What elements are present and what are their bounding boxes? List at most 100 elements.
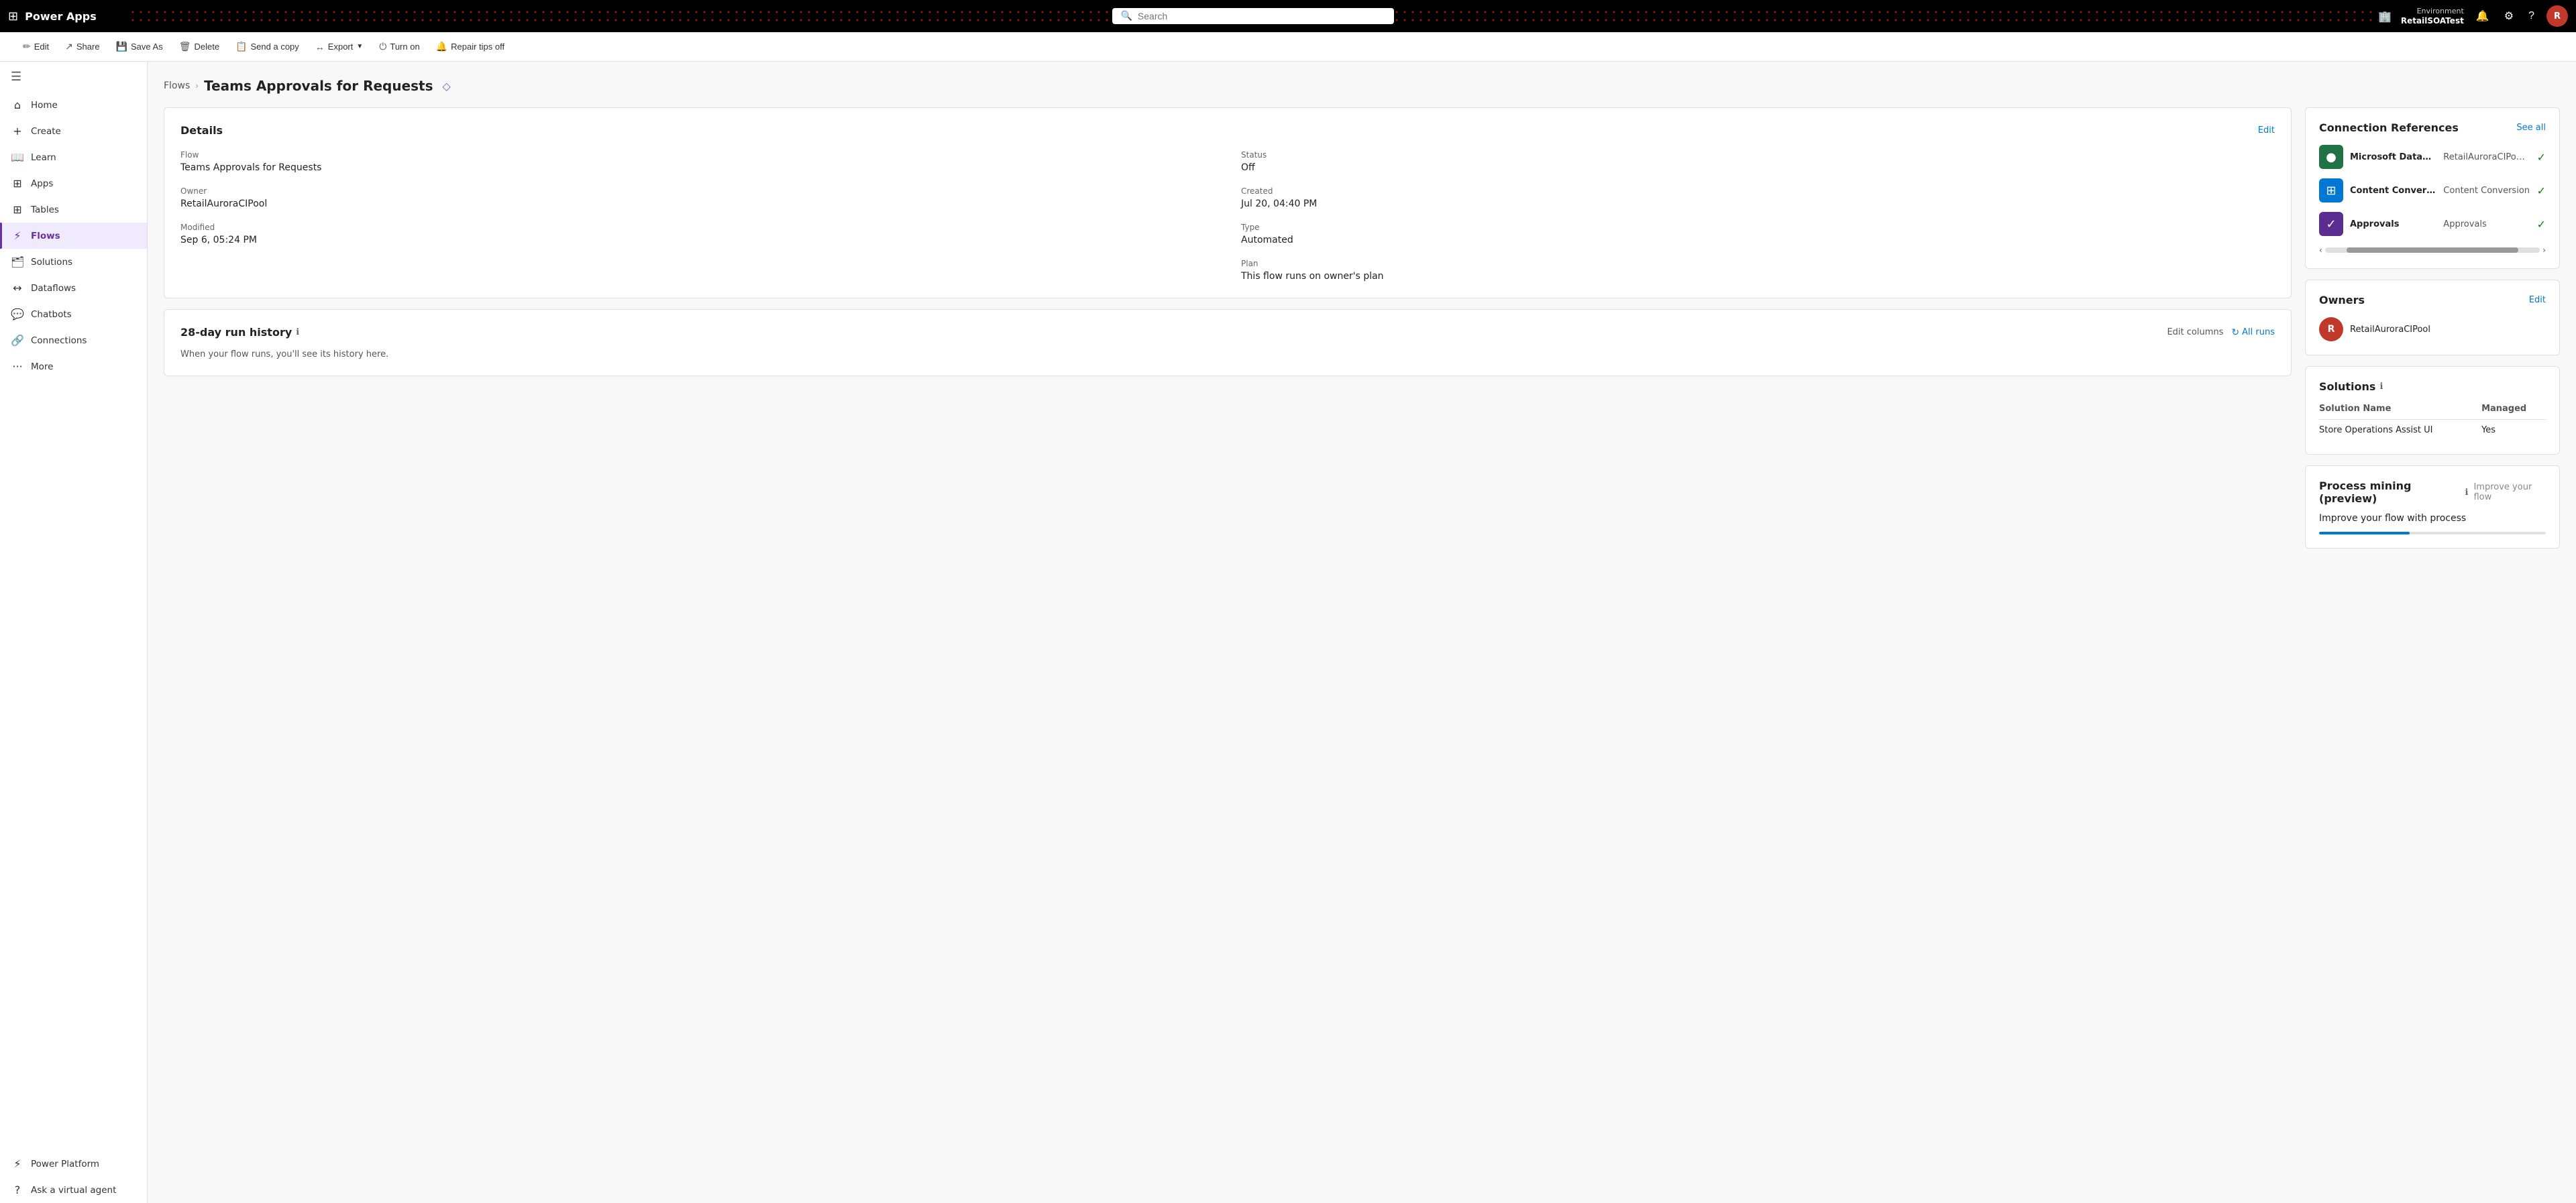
env-label: Environment <box>2401 7 2464 15</box>
all-runs-label: All runs <box>2242 327 2275 337</box>
settings-button[interactable]: ⚙ <box>2502 7 2516 25</box>
solutions-info-icon[interactable]: ℹ <box>2379 382 2383 392</box>
sidebar-label-home: Home <box>31 100 58 111</box>
conn-icon-approvals: ✓ <box>2319 212 2343 236</box>
sidebar-label-tables: Tables <box>31 205 59 215</box>
conn-status-1: ✓ <box>2537 184 2546 197</box>
scroll-right-arrow[interactable]: › <box>2542 245 2546 255</box>
delete-button[interactable]: 🗑 Delete <box>172 38 226 56</box>
page-title: Teams Approvals for Requests <box>204 78 433 94</box>
edit-columns-link[interactable]: Edit columns <box>2167 327 2223 337</box>
conn-name-2: Approvals <box>2350 219 2436 229</box>
sidebar-label-ask-virtual-agent: Ask a virtual agent <box>31 1185 116 1196</box>
learn-icon: 📖 <box>11 151 24 164</box>
sidebar: ☰ ⌂ Home + Create 📖 Learn ⊞ Apps ⊞ Table… <box>0 62 148 1203</box>
export-label: Export <box>328 42 354 52</box>
nav-right: 🏢 Environment RetailSOATest 🔔 ⚙ ? R <box>2378 5 2568 27</box>
run-history-title: 28-day run history ℹ <box>180 326 299 339</box>
sidebar-label-more: More <box>31 361 53 372</box>
solution-managed-0: Yes <box>2481 420 2546 441</box>
see-all-link[interactable]: See all <box>2516 123 2546 133</box>
type-label: Type <box>1241 223 2275 232</box>
turn-on-button[interactable]: ⏻ Turn on <box>372 38 426 56</box>
sidebar-item-tables[interactable]: ⊞ Tables <box>0 196 147 223</box>
sidebar-item-power-platform[interactable]: ⚡ Power Platform <box>0 1151 147 1177</box>
environment-icon: 🏢 <box>2378 10 2392 23</box>
details-card-header: Details Edit <box>180 124 2275 137</box>
nav-left: ⊞ Power Apps <box>8 9 129 23</box>
sidebar-label-chatbots: Chatbots <box>31 309 72 320</box>
type-value: Automated <box>1241 235 2275 245</box>
notifications-button[interactable]: 🔔 <box>2473 7 2492 25</box>
sidebar-item-chatbots[interactable]: 💬 Chatbots <box>0 301 147 327</box>
details-title: Details <box>180 124 223 137</box>
sidebar-item-create[interactable]: + Create <box>0 118 147 144</box>
sidebar-collapse-button[interactable]: ☰ <box>0 62 147 92</box>
waffle-icon[interactable]: ⊞ <box>8 9 18 23</box>
owners-edit-link[interactable]: Edit <box>2529 295 2546 305</box>
send-copy-label: Send a copy <box>251 42 299 52</box>
details-edit-link[interactable]: Edit <box>2258 125 2275 135</box>
sidebar-item-ask-virtual-agent[interactable]: ? Ask a virtual agent <box>0 1177 147 1203</box>
conn-ref-title: Connection References <box>2319 121 2459 134</box>
save-as-button[interactable]: 💾 Save As <box>109 38 170 56</box>
process-mining-bar <box>2319 532 2546 534</box>
help-button[interactable]: ? <box>2526 7 2537 25</box>
sidebar-item-connections[interactable]: 🔗 Connections <box>0 327 147 353</box>
share-button[interactable]: ↗ Share <box>58 38 106 56</box>
conn-detail-1: Content Conversion <box>2443 186 2530 196</box>
sidebar-label-learn: Learn <box>31 152 56 163</box>
detail-plan: Plan This flow runs on owner's plan <box>1241 259 2275 282</box>
dataflows-icon: ↔ <box>11 282 24 294</box>
conn-item-0: ● Microsoft Datave… RetailAuroraCIPool@R… <box>2319 145 2546 169</box>
sidebar-item-flows[interactable]: ⚡ Flows <box>0 223 147 249</box>
save-as-icon: 💾 <box>116 41 127 52</box>
export-icon: ↔ <box>315 42 325 52</box>
left-column: Details Edit Flow Teams Approvals for Re… <box>164 107 2292 387</box>
conn-scrollbar <box>2325 247 2540 253</box>
save-as-label: Save As <box>131 42 163 52</box>
avatar[interactable]: R <box>2546 5 2568 27</box>
conn-status-0: ✓ <box>2537 151 2546 164</box>
scroll-left-arrow[interactable]: ‹ <box>2319 245 2322 255</box>
turn-on-icon: ⏻ <box>379 41 386 52</box>
power-platform-icon: ⚡ <box>11 1157 24 1170</box>
create-icon: + <box>11 125 24 137</box>
improve-flow-link[interactable]: Improve your flow <box>2473 482 2546 502</box>
flow-value: Teams Approvals for Requests <box>180 162 1214 173</box>
sidebar-item-solutions[interactable]: 🗂 Solutions <box>0 249 147 275</box>
conn-scrollbar-thumb <box>2347 247 2518 253</box>
run-history-info-icon[interactable]: ℹ <box>296 327 299 337</box>
home-icon: ⌂ <box>11 99 24 111</box>
tables-icon: ⊞ <box>11 203 24 216</box>
premium-icon: ◇ <box>443 80 451 93</box>
search-input[interactable] <box>1138 11 1387 21</box>
edit-button[interactable]: ✏ Edit <box>16 38 56 56</box>
search-bar[interactable]: 🔍 <box>1112 8 1394 24</box>
sidebar-item-more[interactable]: ··· More <box>0 353 147 380</box>
share-icon: ↗ <box>65 41 73 52</box>
created-label: Created <box>1241 186 2275 196</box>
share-label: Share <box>76 42 100 52</box>
send-copy-button[interactable]: 📋 Send a copy <box>229 38 306 56</box>
sidebar-item-home[interactable]: ⌂ Home <box>0 92 147 118</box>
delete-icon: 🗑 <box>179 41 191 52</box>
solutions-table: Solution Name Managed Store Operations A… <box>2319 404 2546 441</box>
detail-created: Created Jul 20, 04:40 PM <box>1241 186 2275 209</box>
sidebar-item-dataflows[interactable]: ↔ Dataflows <box>0 275 147 301</box>
cards-row: Details Edit Flow Teams Approvals for Re… <box>164 107 2560 549</box>
process-mining-info-icon[interactable]: ℹ <box>2465 488 2469 498</box>
repair-tips-button[interactable]: 🔔 Repair tips off <box>429 38 511 56</box>
breadcrumb-chevron-icon: › <box>195 81 199 91</box>
export-button[interactable]: ↔ Export ▼ <box>309 38 370 56</box>
conn-item-2: ✓ Approvals Approvals ✓ <box>2319 212 2546 236</box>
all-runs-link[interactable]: ↻ All runs <box>2231 327 2275 338</box>
breadcrumb-flows-link[interactable]: Flows <box>164 80 190 91</box>
status-label: Status <box>1241 150 2275 160</box>
solutions-icon: 🗂 <box>11 255 24 268</box>
sidebar-item-apps[interactable]: ⊞ Apps <box>0 170 147 196</box>
repair-tips-icon: 🔔 <box>436 41 447 52</box>
sidebar-item-learn[interactable]: 📖 Learn <box>0 144 147 170</box>
conn-name-0: Microsoft Datave… <box>2350 152 2436 162</box>
top-nav: ⊞ Power Apps 🔍 🏢 Environment RetailSOATe… <box>0 0 2576 32</box>
